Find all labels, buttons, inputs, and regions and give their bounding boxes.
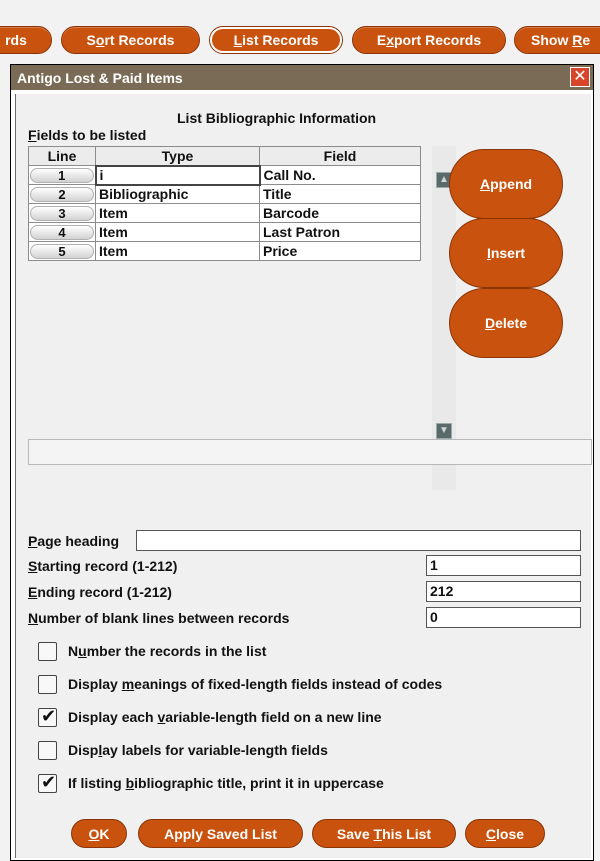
scroll-down-icon[interactable]: ▼ — [436, 423, 452, 439]
variable-field-newline-checkbox[interactable]: ✔ — [38, 705, 57, 727]
tab-export-records[interactable]: Export Records — [352, 26, 506, 54]
display-meanings-option[interactable]: Display meanings of fixed-length fields … — [28, 673, 442, 695]
number-records-option[interactable]: Number the records in the list — [28, 640, 266, 662]
table-row[interactable]: 3 Item Barcode — [28, 203, 421, 223]
fields-table: Line Type Field 1 i Call No. 2 Bibliogra… — [28, 146, 421, 261]
row-line-button[interactable]: 1 — [29, 168, 94, 183]
ending-record-input[interactable]: 212 — [426, 581, 581, 602]
number-records-checkbox[interactable] — [38, 641, 57, 661]
dialog-titlebar: Antigo Lost & Paid Items ✕ — [11, 65, 593, 90]
fields-to-be-listed-label: Fields to be listed — [28, 127, 147, 143]
list-records-dialog: Antigo Lost & Paid Items ✕ List Bibliogr… — [10, 64, 594, 861]
show-records-label: Show Re — [531, 32, 591, 48]
dialog-title: Antigo Lost & Paid Items — [17, 69, 183, 86]
row-type-cell[interactable]: Item — [95, 203, 260, 223]
append-label: Append — [479, 176, 533, 192]
starting-record-label: Starting record (1-212) — [28, 558, 178, 574]
append-button[interactable]: Append — [449, 149, 563, 219]
row-field-cell[interactable]: Last Patron — [259, 222, 421, 242]
table-row[interactable]: 5 Item Price — [28, 241, 421, 261]
variable-field-newline-label: Display each variable-length field on a … — [68, 709, 382, 725]
row-type-cell-editing[interactable]: i — [94, 164, 261, 186]
checkmark-icon: ✔ — [41, 705, 57, 726]
uppercase-title-label: If listing bibliographic title, print it… — [68, 775, 384, 791]
page-heading-label: Page heading — [28, 533, 120, 549]
row-type-cell[interactable]: Item — [95, 241, 260, 261]
col-line-header: Line — [28, 146, 96, 166]
page-heading-input[interactable] — [136, 530, 581, 551]
tab-show-records[interactable]: Show Re — [514, 26, 600, 54]
table-row[interactable]: 4 Item Last Patron — [28, 222, 421, 242]
dialog-panel: List Bibliographic Information Fields to… — [15, 94, 592, 858]
row-type-cell[interactable]: Bibliographic — [95, 184, 260, 204]
table-row[interactable]: 1 i Call No. — [28, 164, 421, 186]
insert-label: Insert — [486, 245, 526, 261]
insert-button[interactable]: Insert — [449, 218, 563, 288]
delete-label: Delete — [484, 315, 528, 331]
close-button[interactable]: Close — [465, 819, 545, 848]
row-field-cell[interactable]: Barcode — [259, 203, 421, 223]
panel-heading: List Bibliographic Information — [177, 110, 377, 126]
row-line-button[interactable]: 2 — [30, 187, 94, 202]
delete-button[interactable]: Delete — [449, 288, 563, 358]
export-records-label: Export Records — [376, 32, 482, 48]
uppercase-title-checkbox[interactable]: ✔ — [38, 771, 57, 793]
save-this-list-button[interactable]: Save This List — [312, 819, 456, 848]
display-meanings-label: Display meanings of fixed-length fields … — [68, 676, 443, 692]
col-type-header: Type — [95, 146, 260, 166]
display-labels-label: Display labels for variable-length field… — [68, 742, 328, 758]
save-this-list-label: Save This List — [336, 825, 432, 842]
row-line-button[interactable]: 5 — [30, 244, 94, 259]
col-field-header: Field — [259, 146, 421, 166]
tab-sort-records[interactable]: Sort Records — [61, 26, 200, 54]
checkmark-icon: ✔ — [41, 771, 57, 792]
sort-records-label: Sort Records — [86, 32, 175, 48]
table-header-row: Line Type Field — [28, 146, 421, 166]
uppercase-title-option[interactable]: ✔ If listing bibliographic title, print … — [28, 772, 384, 794]
display-labels-option[interactable]: Display labels for variable-length field… — [28, 739, 328, 761]
starting-record-input[interactable]: 1 — [426, 555, 581, 576]
display-labels-checkbox[interactable] — [38, 740, 57, 760]
ending-record-label: Ending record (1-212) — [28, 584, 172, 600]
tab-partial-label: rds — [5, 32, 27, 48]
close-label: Close — [485, 825, 525, 842]
apply-saved-list-button[interactable]: Apply Saved List — [138, 819, 303, 848]
table-horizontal-scrollbar[interactable] — [28, 439, 592, 465]
ok-label: OK — [88, 825, 110, 842]
row-line-button[interactable]: 3 — [30, 206, 94, 221]
number-records-label: Number the records in the list — [68, 643, 267, 659]
display-meanings-checkbox[interactable] — [38, 674, 57, 694]
row-field-cell[interactable]: Call No. — [259, 165, 421, 185]
row-type-cell[interactable]: Item — [95, 222, 260, 242]
tab-list-records[interactable]: List Records — [209, 26, 343, 54]
blank-lines-label: Number of blank lines between records — [28, 610, 290, 626]
tab-partial-records[interactable]: rds — [0, 26, 52, 54]
row-field-cell[interactable]: Price — [259, 241, 421, 261]
row-field-cell[interactable]: Title — [259, 184, 421, 204]
row-line-button[interactable]: 4 — [30, 225, 94, 240]
blank-lines-input[interactable]: 0 — [426, 607, 581, 628]
table-row[interactable]: 2 Bibliographic Title — [28, 184, 421, 204]
apply-saved-list-label: Apply Saved List — [164, 825, 277, 842]
variable-field-newline-option[interactable]: ✔ Display each variable-length field on … — [28, 706, 382, 728]
close-icon[interactable]: ✕ — [570, 67, 590, 87]
list-records-label: List Records — [233, 32, 319, 48]
ok-button[interactable]: OK — [71, 819, 127, 848]
